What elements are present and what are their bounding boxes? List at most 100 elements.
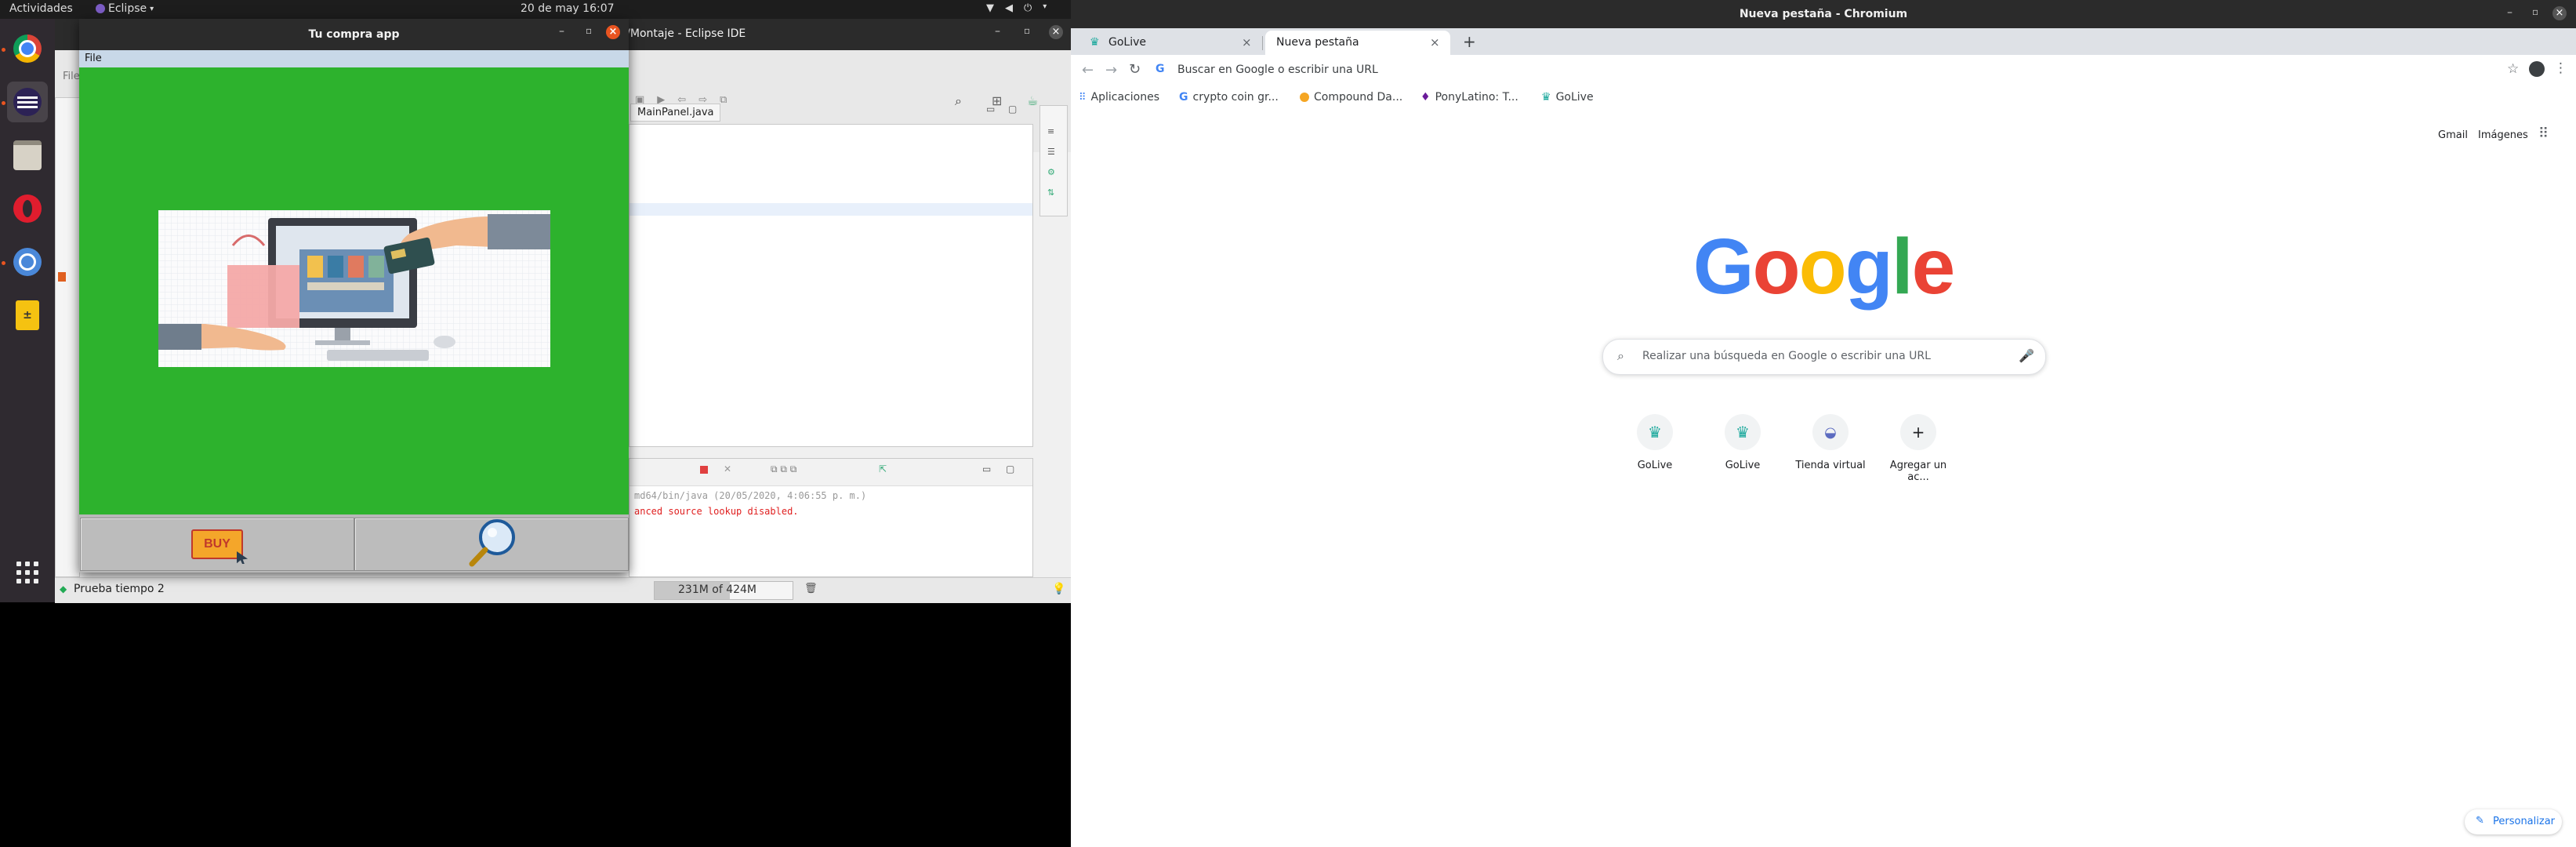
console-tools-icons[interactable]: ⧉ ⧉ ⧉ [771, 463, 796, 475]
java-menu-bar: File [79, 50, 629, 68]
code-editor[interactable] [629, 124, 1033, 447]
remove-launch-icon[interactable]: ✕ [724, 463, 731, 474]
gc-icon[interactable]: 🗑 [804, 583, 818, 594]
customize-label: Personalizar [2493, 816, 2556, 827]
close-icon[interactable]: × [2552, 6, 2567, 20]
menu-file[interactable]: File [85, 53, 102, 64]
clock[interactable]: 20 de may 16:07 [521, 2, 615, 15]
running-indicator [2, 261, 5, 265]
bookmark-golive[interactable]: ♛ GoLive [1541, 91, 1594, 104]
tip-icon[interactable]: 💡 [1052, 583, 1065, 595]
heap-status[interactable]: 231M of 424M [654, 581, 793, 600]
bookmark-apps[interactable]: ⠿ Aplicaciones [1079, 91, 1159, 104]
eclipse-menu-file[interactable]: File [63, 71, 80, 82]
maximize-icon[interactable]: ▫ [1024, 25, 1030, 36]
maximize-icon[interactable]: ▫ [586, 25, 592, 36]
tab-nueva-pestana[interactable]: Nueva pestaña × [1265, 31, 1450, 55]
ubuntu-desktop: Actividades Eclipse ▾ 20 de may 16:07 ▼ … [0, 0, 1071, 847]
bookmark-crypto[interactable]: G crypto coin gr... [1179, 91, 1279, 104]
cursor-icon [237, 551, 248, 564]
console-output-line: anced source lookup disabled. [634, 506, 799, 517]
console-maximize-icon[interactable]: ▢ [1006, 463, 1014, 474]
search-button[interactable] [354, 518, 629, 571]
tab-close-icon[interactable]: × [1242, 35, 1252, 49]
show-applications-button[interactable] [7, 552, 48, 593]
search-icon[interactable]: ⌕ [955, 93, 962, 109]
profile-avatar-icon[interactable] [2529, 61, 2545, 77]
new-tab-icon[interactable]: + [1463, 32, 1476, 51]
bookmark-star-icon[interactable]: ☆ [2507, 61, 2519, 77]
hierarchy-icon[interactable]: ⚙ [1047, 167, 1055, 177]
dock-eclipse[interactable] [7, 82, 48, 122]
shortcut-label: GoLive [1725, 460, 1761, 471]
minimize-icon[interactable]: – [995, 25, 1000, 38]
tab-close-icon[interactable]: × [1430, 35, 1440, 49]
customize-button[interactable]: ✎ Personalizar [2465, 809, 2562, 834]
project-error-marker [58, 272, 66, 282]
tab-golive[interactable]: ♛ GoLive × [1080, 31, 1261, 55]
golive-favicon-icon: ♛ [1725, 414, 1761, 450]
buy-label: BUY [204, 537, 230, 551]
images-link[interactable]: Imágenes [2478, 129, 2528, 141]
open-icon[interactable]: ⧉ [720, 94, 727, 110]
bookmark-compound[interactable]: Compound Da... [1300, 91, 1402, 104]
java-perspective-icon[interactable]: ☕ [1027, 93, 1038, 108]
back-icon[interactable]: ← [1082, 62, 1094, 78]
shortcut-golive-2[interactable]: ♛ GoLive [1703, 414, 1782, 471]
minimize-icon[interactable]: – [2507, 6, 2513, 19]
editor-minimize-icon[interactable]: ▭ [986, 104, 995, 115]
dock-chrome[interactable] [7, 28, 48, 69]
buy-button[interactable]: BUY [80, 518, 354, 571]
gmail-link[interactable]: Gmail [2438, 129, 2468, 141]
ntp-search-box[interactable]: ⌕ Realizar una búsqueda en Google o escr… [1602, 339, 2046, 375]
terminate-icon[interactable] [700, 466, 708, 474]
app-menu-label: Eclipse [108, 2, 147, 15]
editor-tab-mainpanel[interactable]: MainPanel.java [630, 104, 721, 122]
voice-search-icon[interactable]: 🎤 [2019, 348, 2034, 363]
calculator-icon: ± [16, 300, 39, 330]
forward-icon[interactable]: → [1105, 62, 1117, 78]
google-favicon-icon: G [1179, 91, 1188, 104]
shortcut-golive-1[interactable]: ♛ GoLive [1616, 414, 1694, 471]
activities-button[interactable]: Actividades [9, 2, 73, 15]
dock-files[interactable] [7, 135, 48, 176]
omnibox[interactable]: G Buscar en Google o escribir una URL [1146, 58, 2542, 83]
dock-chromium[interactable] [7, 242, 48, 282]
add-icon: + [1900, 414, 1936, 450]
dock-opera[interactable] [7, 188, 48, 229]
shortcut-tienda-virtual[interactable]: ◒ Tienda virtual [1791, 414, 1870, 471]
chromium-icon [13, 248, 42, 276]
close-icon[interactable]: × [606, 25, 620, 39]
java-app-title-bar[interactable]: Tu compra app – ▫ × [79, 19, 629, 50]
maximize-icon[interactable]: ▫ [2532, 6, 2538, 17]
console-panel[interactable]: ✕ ⧉ ⧉ ⧉ ⇱ ▭ ▢ md64/bin/java (20/05/2020,… [629, 458, 1033, 577]
chromium-window: Nueva pestaña - Chromium – ▫ × ♛ GoLive … [1071, 0, 2576, 847]
tab-separator [1262, 36, 1263, 50]
status-text: Prueba tiempo 2 [74, 583, 165, 595]
running-indicator [2, 48, 5, 52]
reload-icon[interactable]: ↻ [1129, 61, 1141, 78]
ntp-search-placeholder: Realizar una búsqueda en Google o escrib… [1642, 350, 1931, 362]
close-icon[interactable]: × [1049, 25, 1063, 39]
system-tray[interactable]: ▼ ◀ ⏻ ▾ [986, 2, 1047, 14]
editor-maximize-icon[interactable]: ▢ [1008, 104, 1017, 115]
show-apps-icon [16, 562, 38, 583]
app-menu[interactable]: Eclipse ▾ [96, 2, 154, 15]
outline-icon[interactable]: ≡ [1047, 126, 1054, 136]
dock-calculator[interactable]: ± [7, 295, 48, 336]
eclipse-status-bar: ◆ Prueba tiempo 2 231M of 424M 🗑 💡 [55, 577, 1071, 603]
tasks-icon[interactable]: ☰ [1047, 147, 1055, 157]
console-minimize-icon[interactable]: ▭ [982, 463, 991, 474]
sync-icon[interactable]: ⇅ [1047, 187, 1054, 198]
java-app-title: Tu compra app [308, 28, 400, 41]
pencil-icon: ✎ [2476, 815, 2484, 827]
pin-console-icon[interactable]: ⇱ [879, 463, 887, 474]
running-indicator [2, 101, 5, 105]
minimize-icon[interactable]: – [559, 25, 564, 38]
apps-launcher-icon[interactable]: ⠿ [2538, 125, 2549, 142]
menu-kebab-icon[interactable]: ⋮ [2554, 60, 2567, 76]
shortcut-add[interactable]: + Agregar un ac... [1879, 414, 1957, 483]
bookmark-ponylatino[interactable]: ♦ PonyLatino: T... [1420, 91, 1518, 104]
chromium-title-bar[interactable]: Nueva pestaña - Chromium – ▫ × [1071, 0, 2576, 28]
gnome-top-bar: Actividades Eclipse ▾ 20 de may 16:07 ▼ … [0, 0, 1071, 19]
